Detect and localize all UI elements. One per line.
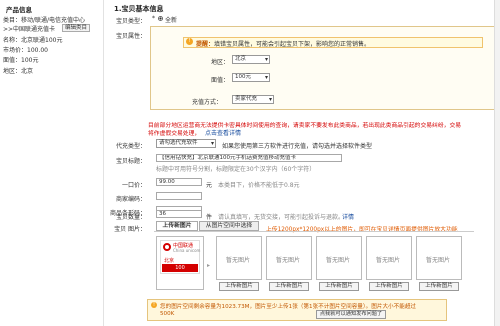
space-info-line1: 您的图片空间剩余容量为1023.73M，图片至少上传1张（第1张不计图片空间容量… (160, 304, 417, 310)
no-image-2: 暂无图片 (226, 257, 251, 264)
method-select[interactable]: 卖家代充 (232, 95, 274, 104)
region-label: 地区： (210, 59, 229, 66)
merchant-code-input[interactable] (156, 192, 202, 200)
quantity-details-link[interactable]: 详情 (342, 212, 354, 221)
price-hint: 本类目下，价格不能低于0.8元 (218, 182, 300, 189)
agent-type-hint: 如果您使用第三方软件进行充值，请勾选并选择软件类型 (222, 143, 373, 150)
scrollbar[interactable] (494, 0, 500, 326)
upload-button-3[interactable]: 上传新图片 (269, 282, 309, 291)
sidebar-category-sub: >>中国联通充值卡 (3, 26, 56, 33)
tab-upload-new[interactable]: 上传新图片 (156, 221, 198, 231)
required-star: * (152, 15, 155, 22)
no-image-5: 暂无图片 (376, 257, 401, 264)
card-region: 北京 (164, 258, 175, 264)
new-radio[interactable] (158, 16, 163, 21)
unicom-logo-icon (163, 243, 171, 251)
price-unit: 元 (206, 182, 213, 189)
price-label: 一口价： (121, 182, 146, 189)
method-label: 充值方式： (191, 99, 222, 106)
new-option-label: 全新 (165, 17, 178, 24)
merchant-code-label: 商家编码： (115, 196, 146, 203)
sidebar-title: 产品信息 (6, 6, 32, 14)
sidebar-face-value: 面值：100元 (3, 57, 39, 64)
sidebar-name: 名称：北京联通100元 (3, 37, 63, 44)
title-hint: 标题中可用符号分割，标题限定在30个汉字内（60个字符） (156, 166, 316, 173)
title-input[interactable]: 【信用钻快充】北京联通100元手机话费充值移动充值卡 (156, 154, 342, 162)
region-select[interactable]: 北京 (232, 55, 270, 64)
notify-button[interactable]: 点我就可以通知发布问题了 (316, 310, 386, 319)
quantity-unit: 件 (206, 214, 213, 221)
details-link[interactable]: 点击查看详情 (205, 128, 241, 137)
agent-type-select[interactable]: 请勾选代充软件 (156, 139, 216, 148)
face-select[interactable]: 100元 (232, 73, 270, 82)
no-image-3: 暂无图片 (276, 257, 301, 264)
tip-text: 填错宝贝属性，可能会引起宝贝下架，影响您的正常销售。 (214, 41, 371, 48)
upload-button-2[interactable]: 上传新图片 (219, 282, 259, 291)
face-label: 面值： (210, 77, 229, 84)
sidebar-category: 类目：移动/联通/电信充值中心 (3, 17, 86, 24)
agent-type-label: 代充类型： (115, 143, 146, 150)
upload-button-6[interactable]: 上传新图片 (419, 282, 459, 291)
upload-button-5[interactable]: 上传新图片 (369, 282, 409, 291)
warning-line-2: 将作虚假交易处理， (148, 131, 201, 137)
card-value: 100 (162, 264, 198, 272)
attributes-label: 宝贝属性： (115, 33, 146, 40)
section-title: 1.宝贝基本信息 (114, 5, 164, 13)
edit-category-button[interactable]: 编辑类目 (62, 24, 91, 32)
price-input[interactable]: 99.00 (156, 178, 202, 186)
item-type-label: 宝贝类型： (115, 18, 146, 25)
sidebar-region: 地区：北京 (3, 68, 34, 75)
card-brand-en: China unicom (173, 248, 201, 253)
tab-image-space[interactable]: 从图片空间中选择 (199, 221, 259, 231)
no-image-6: 暂无图片 (426, 257, 451, 264)
tip-label: 提醒： (196, 41, 215, 48)
quantity-input[interactable]: 36 (156, 210, 202, 218)
quantity-label: 宝贝数量： (115, 214, 146, 221)
warning-icon: ! (186, 38, 193, 45)
space-info-line2: 500K (160, 311, 175, 317)
title-label: 宝贝标题： (115, 158, 146, 165)
no-image-4: 暂无图片 (326, 257, 351, 264)
arrow-icon[interactable]: ▸ (207, 262, 210, 269)
sidebar-market-price: 市场价：100.00 (3, 47, 48, 54)
images-label: 宝贝 图片： (114, 226, 146, 233)
quantity-hint: 请认真填写，无货交接，可能引起投诉与退款。 (218, 214, 345, 221)
info-icon: ! (151, 302, 157, 308)
upload-button-4[interactable]: 上传新图片 (319, 282, 359, 291)
